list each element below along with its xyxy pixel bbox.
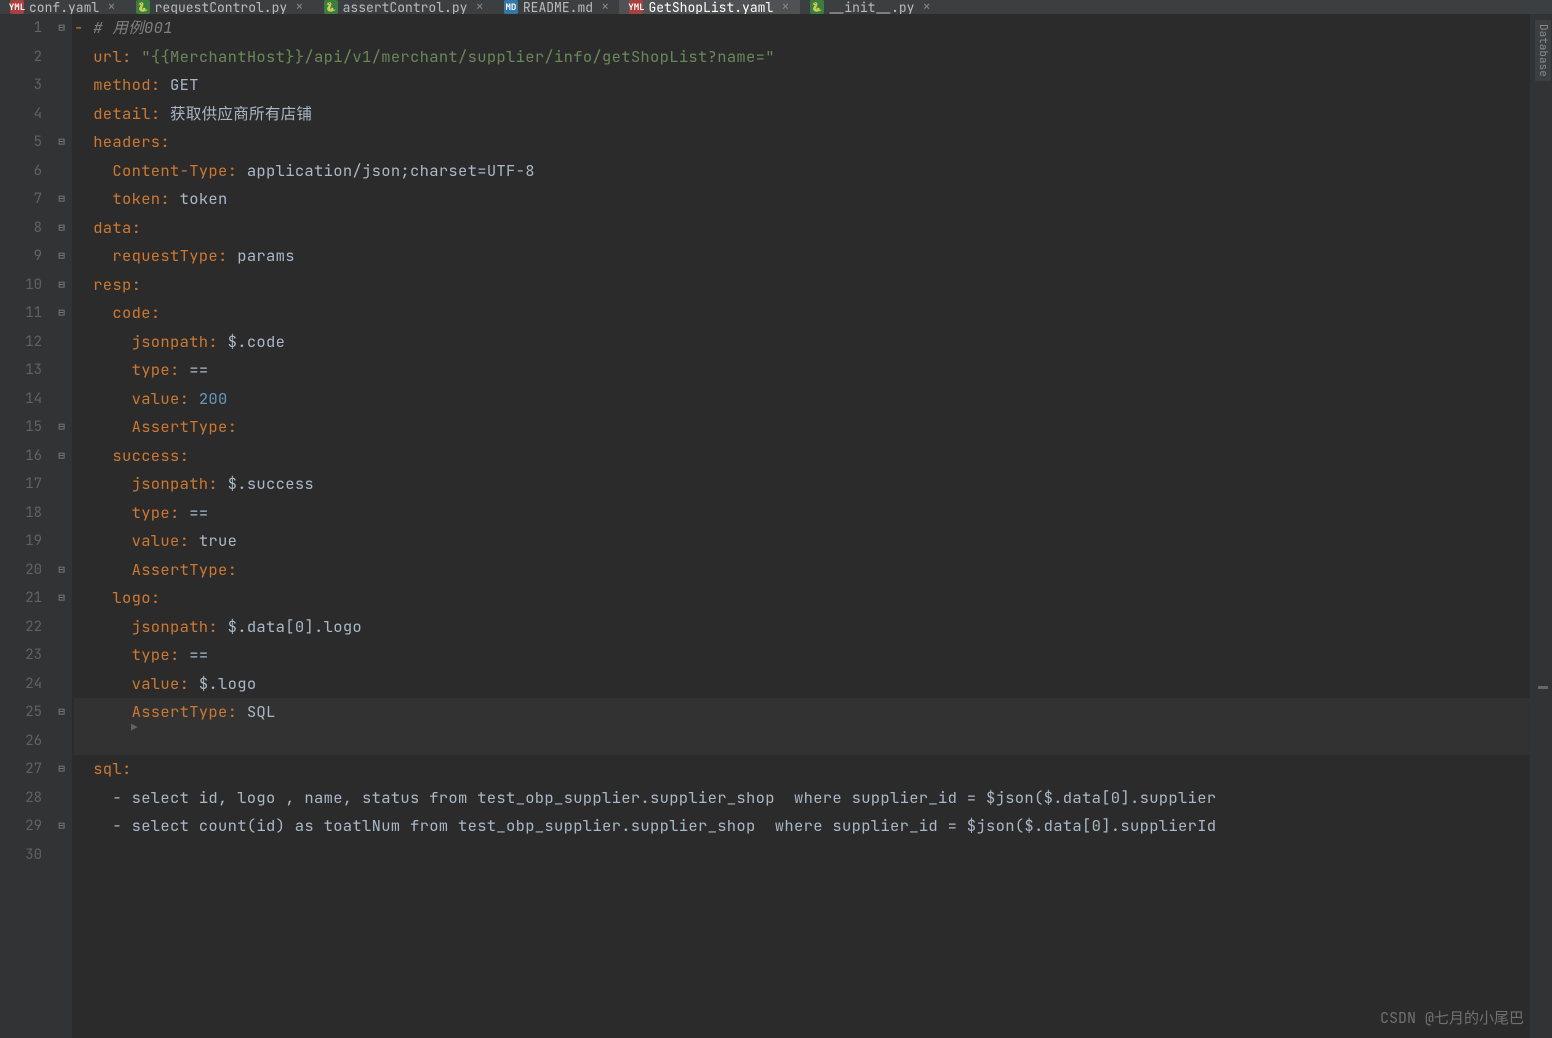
line-number[interactable]: 3 xyxy=(10,71,42,100)
editor-area: 1 2 3 4 5 6 7 8 9 10 11 12 13 14 15 16 1… xyxy=(0,14,1552,1038)
fold-icon[interactable]: ⊟ xyxy=(56,764,67,775)
line-number[interactable]: 27 xyxy=(10,755,42,784)
fold-icon[interactable]: ⊟ xyxy=(56,280,67,291)
python-icon: 🐍 xyxy=(810,0,824,14)
line-number[interactable]: 29 xyxy=(10,812,42,841)
tab-conf[interactable]: YMLconf.yaml× xyxy=(0,0,126,14)
line-number[interactable]: 9 xyxy=(10,242,42,271)
tab-getshoplist[interactable]: YMLGetShopList.yaml× xyxy=(619,0,799,14)
tab-assertcontrol[interactable]: 🐍assertControl.py× xyxy=(314,0,494,14)
line-number[interactable]: 4 xyxy=(10,100,42,129)
line-number[interactable]: 7 xyxy=(10,185,42,214)
editor-tabs: YMLconf.yaml× 🐍requestControl.py× 🐍asser… xyxy=(0,0,1552,14)
fold-icon[interactable]: ⊟ xyxy=(56,194,67,205)
tab-readme[interactable]: MDREADME.md× xyxy=(494,0,620,14)
tab-init[interactable]: 🐍__init__.py× xyxy=(800,0,941,14)
fold-icon[interactable]: ⊟ xyxy=(56,593,67,604)
fold-icon[interactable]: ⊟ xyxy=(56,223,67,234)
python-icon: 🐍 xyxy=(136,0,150,14)
python-icon: 🐍 xyxy=(324,0,338,14)
fold-icon[interactable]: ⊟ xyxy=(56,451,67,462)
fold-icon[interactable]: ⊟ xyxy=(56,565,67,576)
fold-icon[interactable]: ⊟ xyxy=(56,23,67,34)
line-number[interactable]: 1 xyxy=(10,14,42,43)
line-number[interactable]: 5 xyxy=(10,128,42,157)
markdown-icon: MD xyxy=(504,0,518,14)
fold-icon[interactable]: ⊟ xyxy=(56,707,67,718)
close-icon[interactable]: × xyxy=(295,0,303,14)
line-numbers: 1 2 3 4 5 6 7 8 9 10 11 12 13 14 15 16 1… xyxy=(10,14,52,1038)
line-number[interactable]: 8 xyxy=(10,214,42,243)
fold-column: ⊟ ⊟ ⊟ ⊟ ⊟ ⊟ ⊟ ⊟ ⊟ ⊟ ⊟ ⊟ ⊟ ⊟ xyxy=(52,14,72,1038)
line-number[interactable]: 18 xyxy=(10,499,42,528)
line-number[interactable]: 30 xyxy=(10,841,42,870)
close-icon[interactable]: × xyxy=(107,0,115,14)
marker-icon[interactable] xyxy=(1538,686,1548,689)
line-number[interactable]: 10 xyxy=(10,271,42,300)
line-number[interactable]: 28 xyxy=(10,784,42,813)
line-number[interactable]: 14 xyxy=(10,385,42,414)
line-number[interactable]: 23 xyxy=(10,641,42,670)
line-number[interactable]: 12 xyxy=(10,328,42,357)
fold-icon[interactable]: ⊟ xyxy=(56,251,67,262)
line-number[interactable]: 15 xyxy=(10,413,42,442)
line-number[interactable]: 19 xyxy=(10,527,42,556)
yaml-icon: YML xyxy=(10,0,24,14)
line-number[interactable]: 20 xyxy=(10,556,42,585)
inspection-strip[interactable]: ✔ xyxy=(1530,14,1552,1038)
code-editor[interactable]: - # 用例001 url: "{{MerchantHost}}/api/v1/… xyxy=(72,14,1530,1038)
line-number[interactable]: 2 xyxy=(10,43,42,72)
close-icon[interactable]: × xyxy=(922,0,930,14)
close-icon[interactable]: × xyxy=(781,0,789,14)
fold-icon[interactable]: ⊟ xyxy=(56,308,67,319)
tab-requestcontrol[interactable]: 🐍requestControl.py× xyxy=(126,0,314,14)
line-number[interactable]: 21 xyxy=(10,584,42,613)
watermark-text: CSDN @七月的小尾巴 xyxy=(1380,1007,1524,1028)
close-icon[interactable]: × xyxy=(601,0,609,14)
breakpoint-tri-icon: ▶ xyxy=(131,721,138,735)
fold-icon[interactable]: ⊟ xyxy=(56,821,67,832)
left-gutter-strip xyxy=(0,14,10,1038)
line-number[interactable]: 24 xyxy=(10,670,42,699)
fold-icon[interactable]: ⊟ xyxy=(56,137,67,148)
yaml-icon: YML xyxy=(629,0,643,14)
close-icon[interactable]: × xyxy=(475,0,483,14)
line-number[interactable]: 26 xyxy=(10,727,42,756)
database-tool-tab[interactable]: Database xyxy=(1535,20,1551,81)
line-number[interactable]: 17 xyxy=(10,470,42,499)
line-number[interactable]: 13 xyxy=(10,356,42,385)
line-number[interactable]: 16 xyxy=(10,442,42,471)
line-number[interactable]: 6 xyxy=(10,157,42,186)
line-number[interactable]: 25 xyxy=(10,698,42,727)
line-number[interactable]: 22 xyxy=(10,613,42,642)
line-number[interactable]: 11 xyxy=(10,299,42,328)
fold-icon[interactable]: ⊟ xyxy=(56,422,67,433)
